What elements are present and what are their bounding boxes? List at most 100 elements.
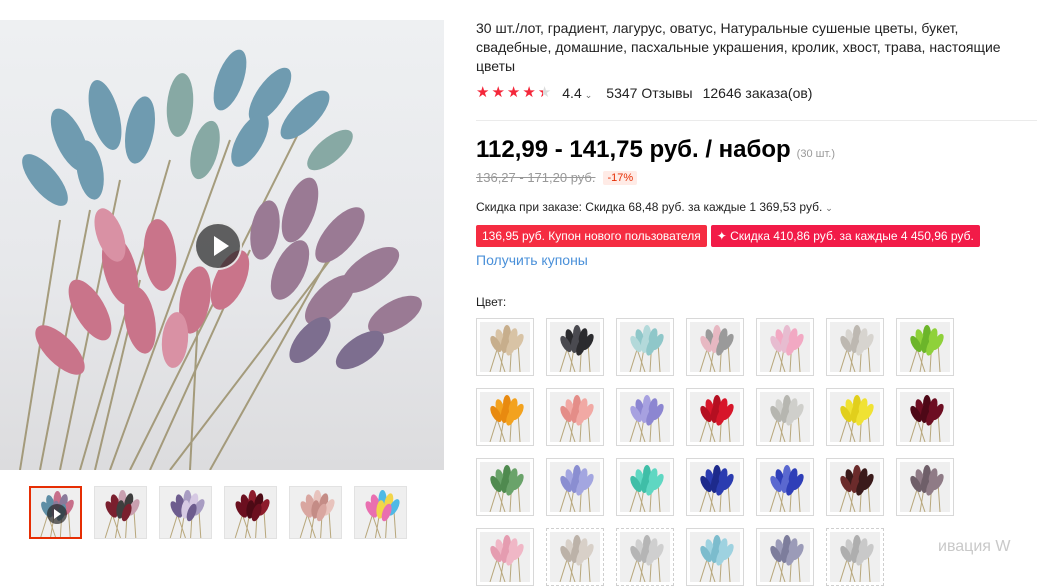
swatch-bouquet <box>690 392 740 442</box>
thumbnail-image <box>355 487 406 538</box>
gallery-thumbnail[interactable] <box>289 486 342 539</box>
swatch-bouquet <box>760 532 810 582</box>
color-swatch[interactable] <box>616 388 674 446</box>
star-icon: ★ <box>537 84 552 101</box>
swatch-image <box>900 322 950 372</box>
play-video-button[interactable] <box>194 222 242 270</box>
color-swatch[interactable] <box>686 388 744 446</box>
color-swatch[interactable] <box>616 458 674 516</box>
color-swatch[interactable] <box>896 388 954 446</box>
divider <box>476 120 1037 121</box>
color-swatch[interactable] <box>546 318 604 376</box>
swatch-bouquet <box>480 322 530 372</box>
color-swatch[interactable] <box>686 458 744 516</box>
old-price: 136,27 - 171,20 руб. <box>476 170 596 185</box>
swatch-image <box>620 322 670 372</box>
discount-badge: -17% <box>603 170 638 185</box>
swatch-bouquet <box>760 462 810 512</box>
gallery-thumbnail[interactable] <box>29 486 82 539</box>
color-swatch[interactable] <box>826 318 884 376</box>
color-swatch[interactable] <box>896 318 954 376</box>
swatch-image <box>550 392 600 442</box>
swatch-image <box>760 392 810 442</box>
chevron-down-icon: ⌄ <box>825 203 833 213</box>
color-swatches <box>476 318 954 586</box>
swatch-image <box>900 462 950 512</box>
swatch-bouquet <box>550 322 600 372</box>
swatch-image <box>900 392 950 442</box>
swatch-image <box>830 392 880 442</box>
color-swatch[interactable] <box>686 528 744 586</box>
rating-value[interactable]: 4.4 ⌄ <box>562 85 592 101</box>
swatch-bouquet <box>760 322 810 372</box>
chevron-down-icon: ⌄ <box>584 89 593 100</box>
rating-row: ★ ★ ★ ★ ★ 4.4 ⌄ 5347 Отзывы 12646 заказа(ов) <box>476 84 812 101</box>
color-swatch[interactable] <box>756 458 814 516</box>
swatch-bouquet <box>620 462 670 512</box>
color-swatch[interactable] <box>476 458 534 516</box>
swatch-image <box>690 462 740 512</box>
star-icon: ★ <box>491 84 505 101</box>
color-swatch[interactable] <box>546 528 604 586</box>
bulk-discount-text: Скидка при заказе: Скидка 68,48 руб. за … <box>476 200 823 214</box>
gallery-thumbnail[interactable] <box>354 486 407 539</box>
color-swatch[interactable] <box>616 528 674 586</box>
color-swatch[interactable] <box>616 318 674 376</box>
swatch-bouquet <box>620 392 670 442</box>
color-swatch[interactable] <box>476 388 534 446</box>
swatch-bouquet <box>480 392 530 442</box>
product-title: 30 шт./лот, градиент, лагурус, оватус, Н… <box>476 20 1001 74</box>
play-icon <box>47 504 67 524</box>
color-swatch[interactable] <box>756 318 814 376</box>
color-swatch[interactable] <box>826 528 884 586</box>
color-swatch[interactable] <box>686 318 744 376</box>
color-swatch[interactable] <box>546 458 604 516</box>
main-product-image[interactable] <box>0 20 444 470</box>
star-icon: ★ <box>506 84 521 101</box>
swatch-image <box>830 462 880 512</box>
color-swatch[interactable] <box>756 388 814 446</box>
price: 112,99 - 141,75 руб. / набор <box>476 136 791 163</box>
color-swatch[interactable] <box>826 388 884 446</box>
swatch-image <box>480 392 530 442</box>
swatch-bouquet <box>830 392 880 442</box>
bulk-discount-coupon[interactable]: ✦ Скидка 410,86 руб. за каждые 4 450,96 … <box>710 225 980 247</box>
color-swatch[interactable] <box>476 528 534 586</box>
reviews-link[interactable]: 5347 Отзывы <box>606 85 692 101</box>
bulk-discount[interactable]: Скидка при заказе: Скидка 68,48 руб. за … <box>476 200 833 214</box>
thumbnail-strip <box>29 486 407 539</box>
rating-stars: ★ ★ ★ ★ ★ <box>476 84 551 101</box>
price-row: 112,99 - 141,75 руб. / набор (30 шт.) <box>476 136 835 164</box>
new-user-coupon[interactable]: 136,95 руб. Купон нового пользователя <box>476 225 707 247</box>
swatch-image <box>480 532 530 582</box>
swatch-bouquet <box>620 532 670 582</box>
activation-watermark: ивация W <box>938 538 1011 555</box>
color-swatch[interactable] <box>546 388 604 446</box>
gallery-thumbnail[interactable] <box>224 486 277 539</box>
swatch-bouquet <box>900 322 950 372</box>
swatch-image <box>760 532 810 582</box>
swatch-image <box>480 322 530 372</box>
swatch-image <box>550 322 600 372</box>
color-swatch[interactable] <box>476 318 534 376</box>
gallery-thumbnail[interactable] <box>159 486 212 539</box>
swatch-bouquet <box>690 462 740 512</box>
orders-count: 12646 заказа(ов) <box>702 84 813 101</box>
swatch-bouquet <box>480 462 530 512</box>
color-swatch[interactable] <box>896 458 954 516</box>
thumbnail-image <box>225 487 276 538</box>
swatch-bouquet <box>550 532 600 582</box>
swatch-bouquet <box>690 322 740 372</box>
swatch-bouquet <box>550 392 600 442</box>
color-swatch[interactable] <box>756 528 814 586</box>
rating-number: 4.4 <box>562 84 582 101</box>
swatch-image <box>620 532 670 582</box>
swatch-image <box>760 322 810 372</box>
swatch-bouquet <box>620 322 670 372</box>
swatch-bouquet <box>480 532 530 582</box>
swatch-image <box>690 532 740 582</box>
color-swatch[interactable] <box>826 458 884 516</box>
get-coupons-link[interactable]: Получить купоны <box>476 252 588 268</box>
swatch-image <box>480 462 530 512</box>
gallery-thumbnail[interactable] <box>94 486 147 539</box>
